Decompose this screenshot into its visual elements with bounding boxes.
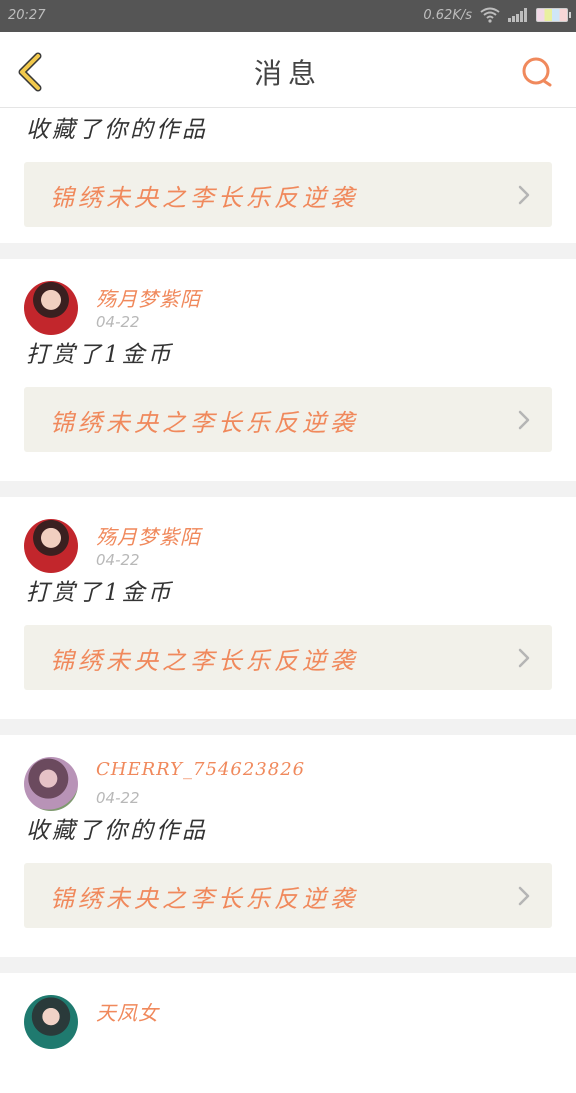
battery-icon — [536, 8, 571, 22]
message-card: 殇月梦紫陌 04-22 打赏了1金币 锦绣未央之李长乐反逆袭 — [0, 259, 576, 481]
work-link[interactable]: 锦绣未央之李长乐反逆袭 — [24, 863, 552, 928]
username[interactable]: 天凤女 — [96, 997, 159, 1026]
message-action: 打赏了1金币 — [26, 580, 174, 606]
chevron-right-icon — [518, 185, 530, 205]
message-card: 天凤女 — [0, 973, 576, 1093]
divider — [0, 481, 576, 497]
avatar[interactable] — [24, 757, 78, 811]
message-card: 殇月梦紫陌 04-22 打赏了1金币 锦绣未央之李长乐反逆袭 — [0, 497, 576, 719]
work-link[interactable]: 锦绣未央之李长乐反逆袭 — [24, 387, 552, 452]
wifi-icon — [480, 7, 500, 23]
username[interactable]: 殇月梦紫陌 — [96, 283, 201, 312]
chevron-right-icon — [518, 886, 530, 906]
app-bar: 消息 — [0, 32, 576, 108]
signal-icon — [508, 8, 528, 22]
search-button[interactable] — [520, 55, 554, 89]
status-time: 20:27 — [8, 8, 46, 23]
status-bar: 20:27 0.62K/s — [0, 0, 576, 32]
message-date: 04-22 — [96, 789, 140, 807]
message-card: 收藏了你的作品 锦绣未央之李长乐反逆袭 — [0, 108, 576, 243]
message-date: 04-22 — [96, 551, 140, 569]
message-date: 04-22 — [96, 313, 140, 331]
avatar[interactable] — [24, 519, 78, 573]
divider — [0, 957, 576, 973]
chevron-right-icon — [518, 648, 530, 668]
work-title: 锦绣未央之李长乐反逆袭 — [50, 647, 358, 675]
divider — [0, 719, 576, 735]
network-speed: 0.62K/s — [423, 7, 472, 23]
message-feed[interactable]: 收藏了你的作品 锦绣未央之李长乐反逆袭 殇月梦紫陌 04-22 打赏了1金币 锦… — [0, 108, 576, 1093]
page-title: 消息 — [253, 57, 322, 90]
avatar[interactable] — [24, 995, 78, 1049]
username[interactable]: 殇月梦紫陌 — [96, 521, 201, 550]
work-title: 锦绣未央之李长乐反逆袭 — [50, 885, 358, 913]
search-icon — [522, 57, 552, 87]
message-action: 收藏了你的作品 — [26, 117, 208, 143]
work-link[interactable]: 锦绣未央之李长乐反逆袭 — [24, 162, 552, 227]
work-link[interactable]: 锦绣未央之李长乐反逆袭 — [24, 625, 552, 690]
chevron-right-icon — [518, 410, 530, 430]
message-action: 打赏了1金币 — [26, 342, 174, 368]
username[interactable]: CHERRY_754623826 — [96, 759, 305, 780]
work-title: 锦绣未央之李长乐反逆袭 — [50, 409, 358, 437]
work-title: 锦绣未央之李长乐反逆袭 — [50, 184, 358, 212]
message-card: CHERRY_754623826 04-22 收藏了你的作品 锦绣未央之李长乐反… — [0, 735, 576, 957]
divider — [0, 243, 576, 259]
message-action: 收藏了你的作品 — [26, 818, 208, 844]
status-indicators: 0.62K/s — [423, 7, 571, 23]
avatar[interactable] — [24, 281, 78, 335]
